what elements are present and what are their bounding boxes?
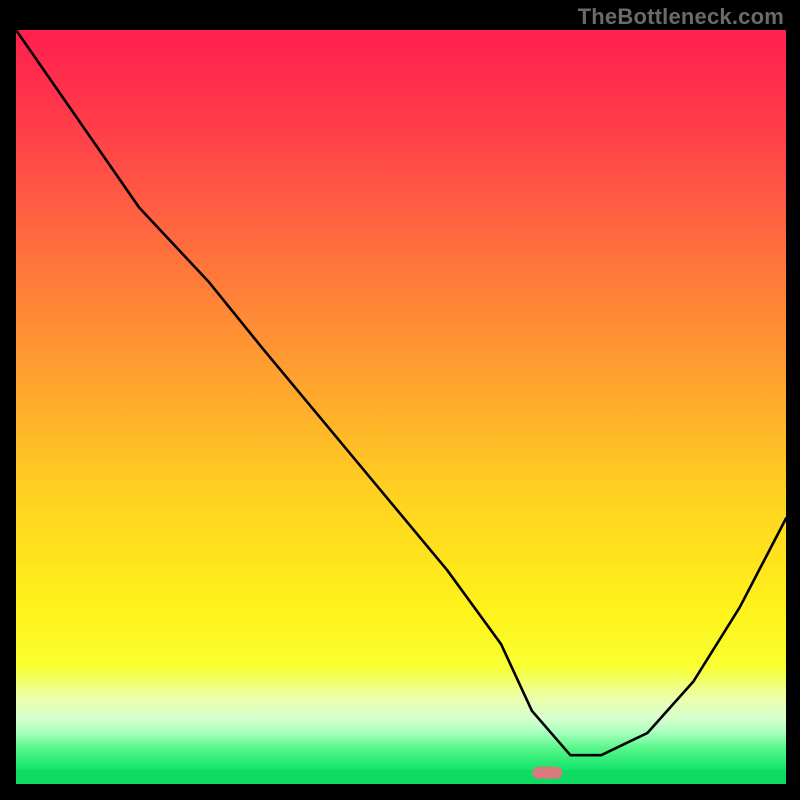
plot-area (16, 30, 786, 784)
plot-svg (16, 30, 786, 784)
chart-frame: TheBottleneck.com (0, 0, 800, 800)
baseline-green (16, 770, 786, 784)
gradient-background (16, 30, 786, 770)
optimal-marker (532, 767, 562, 779)
branding-watermark: TheBottleneck.com (578, 4, 784, 30)
